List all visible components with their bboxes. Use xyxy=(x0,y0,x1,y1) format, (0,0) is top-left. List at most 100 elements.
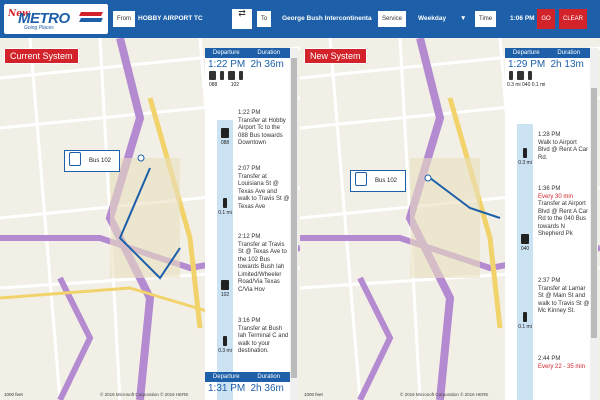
departure-column-header: Departure xyxy=(212,374,240,380)
bus-route-callout[interactable]: Bus 102 xyxy=(350,170,407,192)
scrollbar-thumb[interactable] xyxy=(591,88,597,338)
itinerary-summary[interactable]: 1:29 PM 2h 13m xyxy=(505,58,590,71)
bus-icon: 040 xyxy=(517,234,533,252)
itinerary-step[interactable]: 2:12 PM Transfer at Travis St @ Texas Av… xyxy=(238,234,290,294)
metro-logo[interactable]: New METRO Going Places xyxy=(4,4,108,34)
to-label: To xyxy=(257,11,272,27)
duration-column-header[interactable]: Duration xyxy=(248,48,291,58)
bus-icon xyxy=(355,172,367,187)
itinerary-step[interactable]: 3:16 PM Transfer at Bush Iah Terminal C … xyxy=(238,318,290,356)
step-frequency: Every 30 min xyxy=(538,193,574,200)
itinerary-scrollbar[interactable] xyxy=(590,48,598,400)
bus-route-label: Bus 102 xyxy=(375,178,398,184)
step-time: 3:16 PM xyxy=(238,318,261,324)
timeline-track xyxy=(217,120,233,400)
trip-duration: 2h 13m xyxy=(550,59,584,70)
clear-button[interactable]: CLEAR xyxy=(559,9,587,29)
itinerary-step[interactable]: 1:22 PM Transfer at Hobby Airport Tc to … xyxy=(238,110,290,148)
departure-column-header[interactable]: Departure xyxy=(205,48,248,58)
step-time: 1:28 PM xyxy=(538,132,561,138)
logo-stripe xyxy=(79,12,103,16)
itinerary-step[interactable]: 2:44 PM Every 22 - 35 min xyxy=(538,356,590,371)
step-text: Transfer at Travis St @ Texas Ave to the… xyxy=(238,241,287,293)
system-title-badge: Current System xyxy=(4,48,79,64)
bus-icon: 088 xyxy=(217,128,233,146)
swap-direction-button[interactable]: ⇄ xyxy=(232,9,252,29)
step-frequency: Every 22 - 35 min xyxy=(538,363,586,370)
service-select[interactable]: Weekday xyxy=(418,11,458,27)
bus-icon xyxy=(69,152,81,167)
map-copyright: © 2016 Microsoft Corporation © 2016 HERE xyxy=(100,392,189,397)
walk-icon: 0.3 mi xyxy=(217,336,233,354)
go-button[interactable]: GO xyxy=(537,9,555,29)
itinerary-step[interactable]: 1:28 PM Walk to Airport Blvd @ Rent A Ca… xyxy=(538,132,590,162)
step-time: 2:37 PM xyxy=(538,278,561,284)
step-time: 1:36 PM xyxy=(538,186,561,192)
walk-distance: 0.1 mi xyxy=(531,82,546,88)
route-icons-row: 088 102 xyxy=(205,71,290,89)
swap-arrows-icon: ⇄ xyxy=(238,8,246,18)
scrollbar-thumb[interactable] xyxy=(291,58,297,378)
service-label: Service xyxy=(378,11,407,27)
walk-icon xyxy=(238,71,243,80)
route-number: 088 xyxy=(209,82,218,88)
walk-icon: 0.1 mi xyxy=(217,198,233,216)
clock-icon[interactable] xyxy=(520,11,530,27)
departure-time: 1:22 PM xyxy=(208,59,246,70)
bus-icon: 102 xyxy=(217,280,233,298)
logo-stripe xyxy=(79,18,103,22)
bus-icon xyxy=(209,71,216,80)
route-number: 102 xyxy=(230,82,240,88)
trip-duration: 2h 36m xyxy=(250,383,284,394)
duration-column-header[interactable]: Duration xyxy=(548,48,591,58)
from-label: From xyxy=(113,11,135,27)
itinerary-scrollbar[interactable] xyxy=(290,48,298,400)
itinerary-header: Departure Duration xyxy=(205,48,290,58)
chevron-down-icon[interactable]: ▼ xyxy=(460,11,468,27)
map-scale: 1000 feet xyxy=(304,392,323,397)
step-text: Transfer at Bush Iah Terminal C and walk… xyxy=(238,325,289,355)
step-text: Transfer at Hobby Airport Tc to the 088 … xyxy=(238,117,286,147)
walk-icon: 0.3 mi xyxy=(517,148,533,166)
step-text: Transfer at Airport Blvd @ Rent A Car Rd… xyxy=(538,201,589,237)
bus-route-callout[interactable]: Bus 102 xyxy=(64,150,121,172)
current-itinerary-panel: Departure Duration 1:22 PM 2h 36m 088 10… xyxy=(205,48,290,400)
step-text: Transfer at Louisiana St @ Texas Ave and… xyxy=(238,173,290,210)
new-itinerary-panel: Departure Duration 1:29 PM 2h 13m 0.3 mi… xyxy=(505,48,590,400)
from-input[interactable]: HOBBY AIRPORT TC xyxy=(138,11,228,27)
trip-duration: 2h 36m xyxy=(250,59,284,70)
itinerary-step[interactable]: 2:37 PM Transfer at Lamar St @ Main St a… xyxy=(538,278,590,316)
route-number: 040 xyxy=(522,82,531,88)
step-time: 1:22 PM xyxy=(238,110,261,116)
map-copyright: © 2016 Microsoft Corporation © 2016 HERE xyxy=(400,392,489,397)
bus-icon xyxy=(516,71,524,80)
itinerary-header: Departure Duration xyxy=(505,48,590,58)
step-text: Transfer at Lamar St @ Main St and walk … xyxy=(538,285,590,315)
departure-column-header[interactable]: Departure xyxy=(505,48,548,58)
walk-icon: 0.1 mi xyxy=(517,312,533,330)
itinerary-step[interactable]: 2:07 PM Transfer at Louisiana St @ Texas… xyxy=(238,166,290,211)
walk-distance: 0.3 mi xyxy=(507,82,521,88)
walk-icon xyxy=(509,71,513,80)
bus-route-label: Bus 102 xyxy=(89,158,112,164)
walk-icon xyxy=(219,71,224,80)
departure-time: 1:29 PM xyxy=(508,59,546,70)
itinerary-summary[interactable]: 1:22 PM 2h 36m xyxy=(205,58,290,71)
walk-icon xyxy=(527,71,532,80)
step-text: Walk to Airport Blvd @ Rent A Car Rd. xyxy=(538,139,589,161)
route-icons-row: 0.3 mi 040 0.1 mi xyxy=(505,71,590,95)
bus-icon xyxy=(227,71,235,80)
step-time: 2:07 PM xyxy=(238,166,261,172)
step-time: 2:44 PM xyxy=(538,356,561,362)
search-toolbar: New METRO Going Places From HOBBY AIRPOR… xyxy=(0,0,600,38)
system-title-badge: New System xyxy=(304,48,367,64)
time-label: Time xyxy=(475,11,497,27)
next-itinerary[interactable]: Departure Duration 1:31 PM 2h 36m xyxy=(205,372,290,395)
to-input[interactable]: George Bush Intercontinenta xyxy=(282,11,377,27)
step-time: 2:12 PM xyxy=(238,234,261,240)
logo-tagline: Going Places xyxy=(24,25,54,31)
duration-column-header: Duration xyxy=(257,374,281,380)
departure-time: 1:31 PM xyxy=(208,383,246,394)
map-scale: 1000 feet xyxy=(4,392,23,397)
itinerary-step[interactable]: 1:36 PM Every 30 min Transfer at Airport… xyxy=(538,186,590,239)
